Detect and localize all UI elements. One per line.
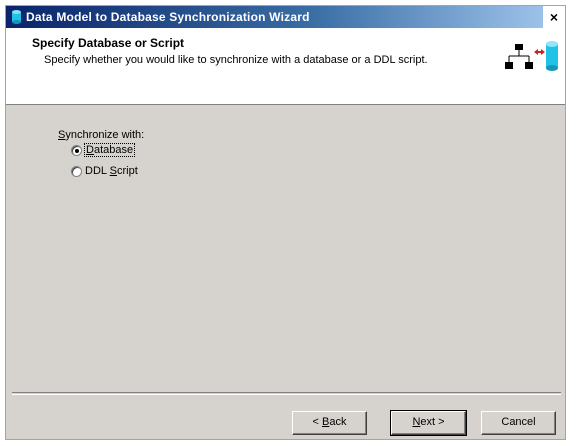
back-label-rest: ack bbox=[329, 416, 347, 428]
page-title: Specify Database or Script bbox=[32, 36, 185, 50]
back-button[interactable]: < Back bbox=[292, 411, 367, 435]
ddl-script-mnemonic: S bbox=[109, 165, 117, 177]
cancel-button[interactable]: Cancel bbox=[481, 411, 556, 435]
database-radio[interactable] bbox=[71, 145, 82, 156]
next-label-rest: ext > bbox=[420, 416, 445, 428]
page-subtitle: Specify whether you would like to synchr… bbox=[44, 54, 428, 66]
ddl-script-label-rest: cript bbox=[117, 165, 138, 177]
database-label-rest: atabase bbox=[93, 144, 134, 156]
model-to-database-sync-icon bbox=[505, 41, 558, 71]
ddl-script-radio[interactable] bbox=[71, 166, 82, 177]
wizard-header: Specify Database or Script Specify wheth… bbox=[6, 28, 565, 105]
title-bar[interactable]: Data Model to Database Synchronization W… bbox=[6, 6, 565, 28]
synchronize-with-label: Synchronize with: bbox=[58, 129, 144, 141]
window-title: Data Model to Database Synchronization W… bbox=[26, 10, 310, 24]
back-label-pre: < bbox=[312, 416, 322, 428]
database-radio-label[interactable]: Database bbox=[83, 143, 136, 157]
radio-selected-dot bbox=[75, 149, 79, 153]
synchronize-label-rest: ynchronize with: bbox=[65, 129, 145, 141]
next-button[interactable]: Next > bbox=[390, 410, 467, 436]
ddl-script-radio-label[interactable]: DDL Script bbox=[85, 165, 138, 177]
database-icon bbox=[12, 10, 21, 24]
wizard-window: Data Model to Database Synchronization W… bbox=[5, 5, 566, 440]
database-mnemonic: D bbox=[86, 144, 94, 156]
bottom-divider bbox=[12, 392, 561, 395]
close-button[interactable]: × bbox=[543, 6, 565, 28]
ddl-script-label-pre: DDL bbox=[85, 165, 110, 177]
